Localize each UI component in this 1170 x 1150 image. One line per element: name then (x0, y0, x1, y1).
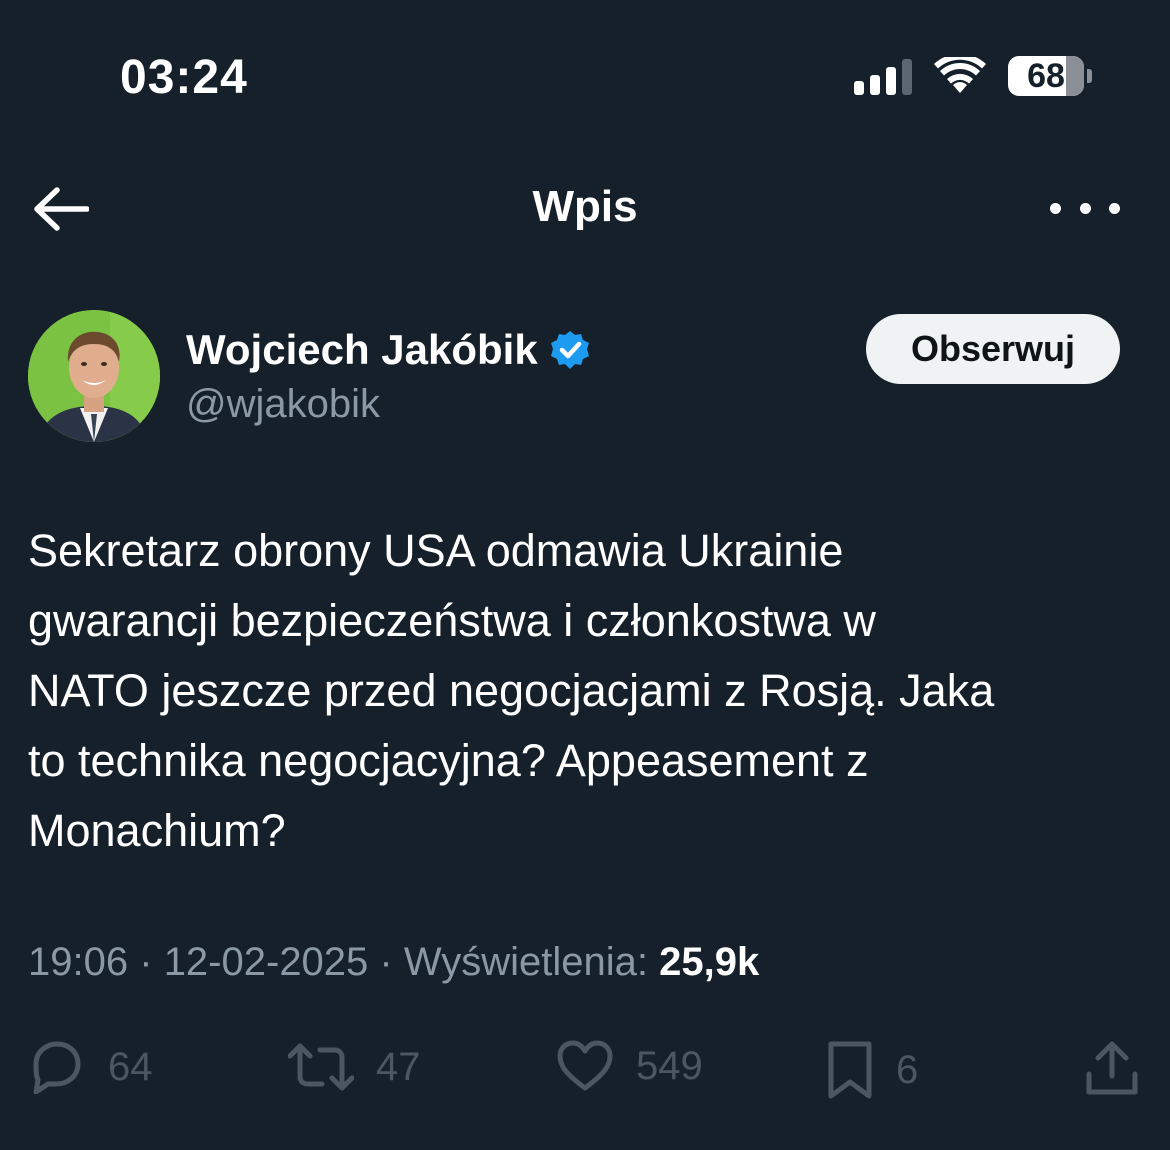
signal-icon (854, 57, 912, 95)
like-icon (557, 1040, 613, 1091)
views-count[interactable]: 25,9k (659, 940, 759, 984)
avatar-image (28, 310, 160, 442)
status-bar: 03:24 68 (0, 0, 1170, 150)
status-icons: 68 (854, 56, 1092, 96)
tweet-date[interactable]: 12-02-2025 (164, 940, 369, 984)
tweet-time[interactable]: 19:06 (28, 940, 128, 984)
share-button[interactable] (1084, 1040, 1140, 1098)
tweet-actions: 64 47 549 6 (0, 1030, 1170, 1120)
reply-icon (33, 1041, 81, 1094)
views-label: Wyświetlenia: (403, 940, 649, 984)
more-options-icon (1050, 202, 1061, 214)
avatar[interactable] (28, 310, 160, 442)
page-title: Wpis (532, 182, 638, 231)
display-name-wrap: Wojciech Jakóbik (186, 326, 590, 374)
repost-count: 47 (376, 1044, 421, 1089)
like-button[interactable]: 549 (556, 1040, 703, 1092)
bookmark-icon (828, 1041, 872, 1099)
share-icon (1086, 1041, 1138, 1095)
tweet-meta: 19:06 · 12-02-2025 · Wyświetlenia: 25,9k (28, 940, 759, 985)
author-row: Wojciech Jakóbik @wjakobik Obserwuj (28, 310, 1120, 445)
handle[interactable]: @wjakobik (186, 382, 380, 427)
tweet-text: Sekretarz obrony USA odmawia Ukrainie gw… (28, 525, 995, 856)
bookmark-button[interactable]: 6 (826, 1040, 918, 1100)
battery-level: 68 (1027, 56, 1065, 95)
header: Wpis (0, 150, 1170, 270)
bookmark-count: 6 (896, 1047, 919, 1092)
meta-separator: · (139, 940, 153, 984)
repost-icon (288, 1043, 354, 1091)
repost-button[interactable]: 47 (288, 1040, 421, 1094)
verified-badge-icon (550, 331, 589, 369)
reply-button[interactable]: 64 (28, 1040, 153, 1094)
more-options-button[interactable] (1050, 188, 1120, 228)
like-count: 549 (636, 1043, 703, 1088)
wifi-icon (934, 57, 986, 93)
meta-separator: · (379, 940, 393, 984)
battery-icon: 68 (1008, 56, 1084, 96)
follow-button[interactable]: Obserwuj (866, 314, 1120, 384)
battery-tip (1087, 69, 1092, 83)
display-name[interactable]: Wojciech Jakóbik (186, 326, 538, 374)
reply-count: 64 (108, 1044, 153, 1089)
status-time: 03:24 (120, 51, 248, 104)
